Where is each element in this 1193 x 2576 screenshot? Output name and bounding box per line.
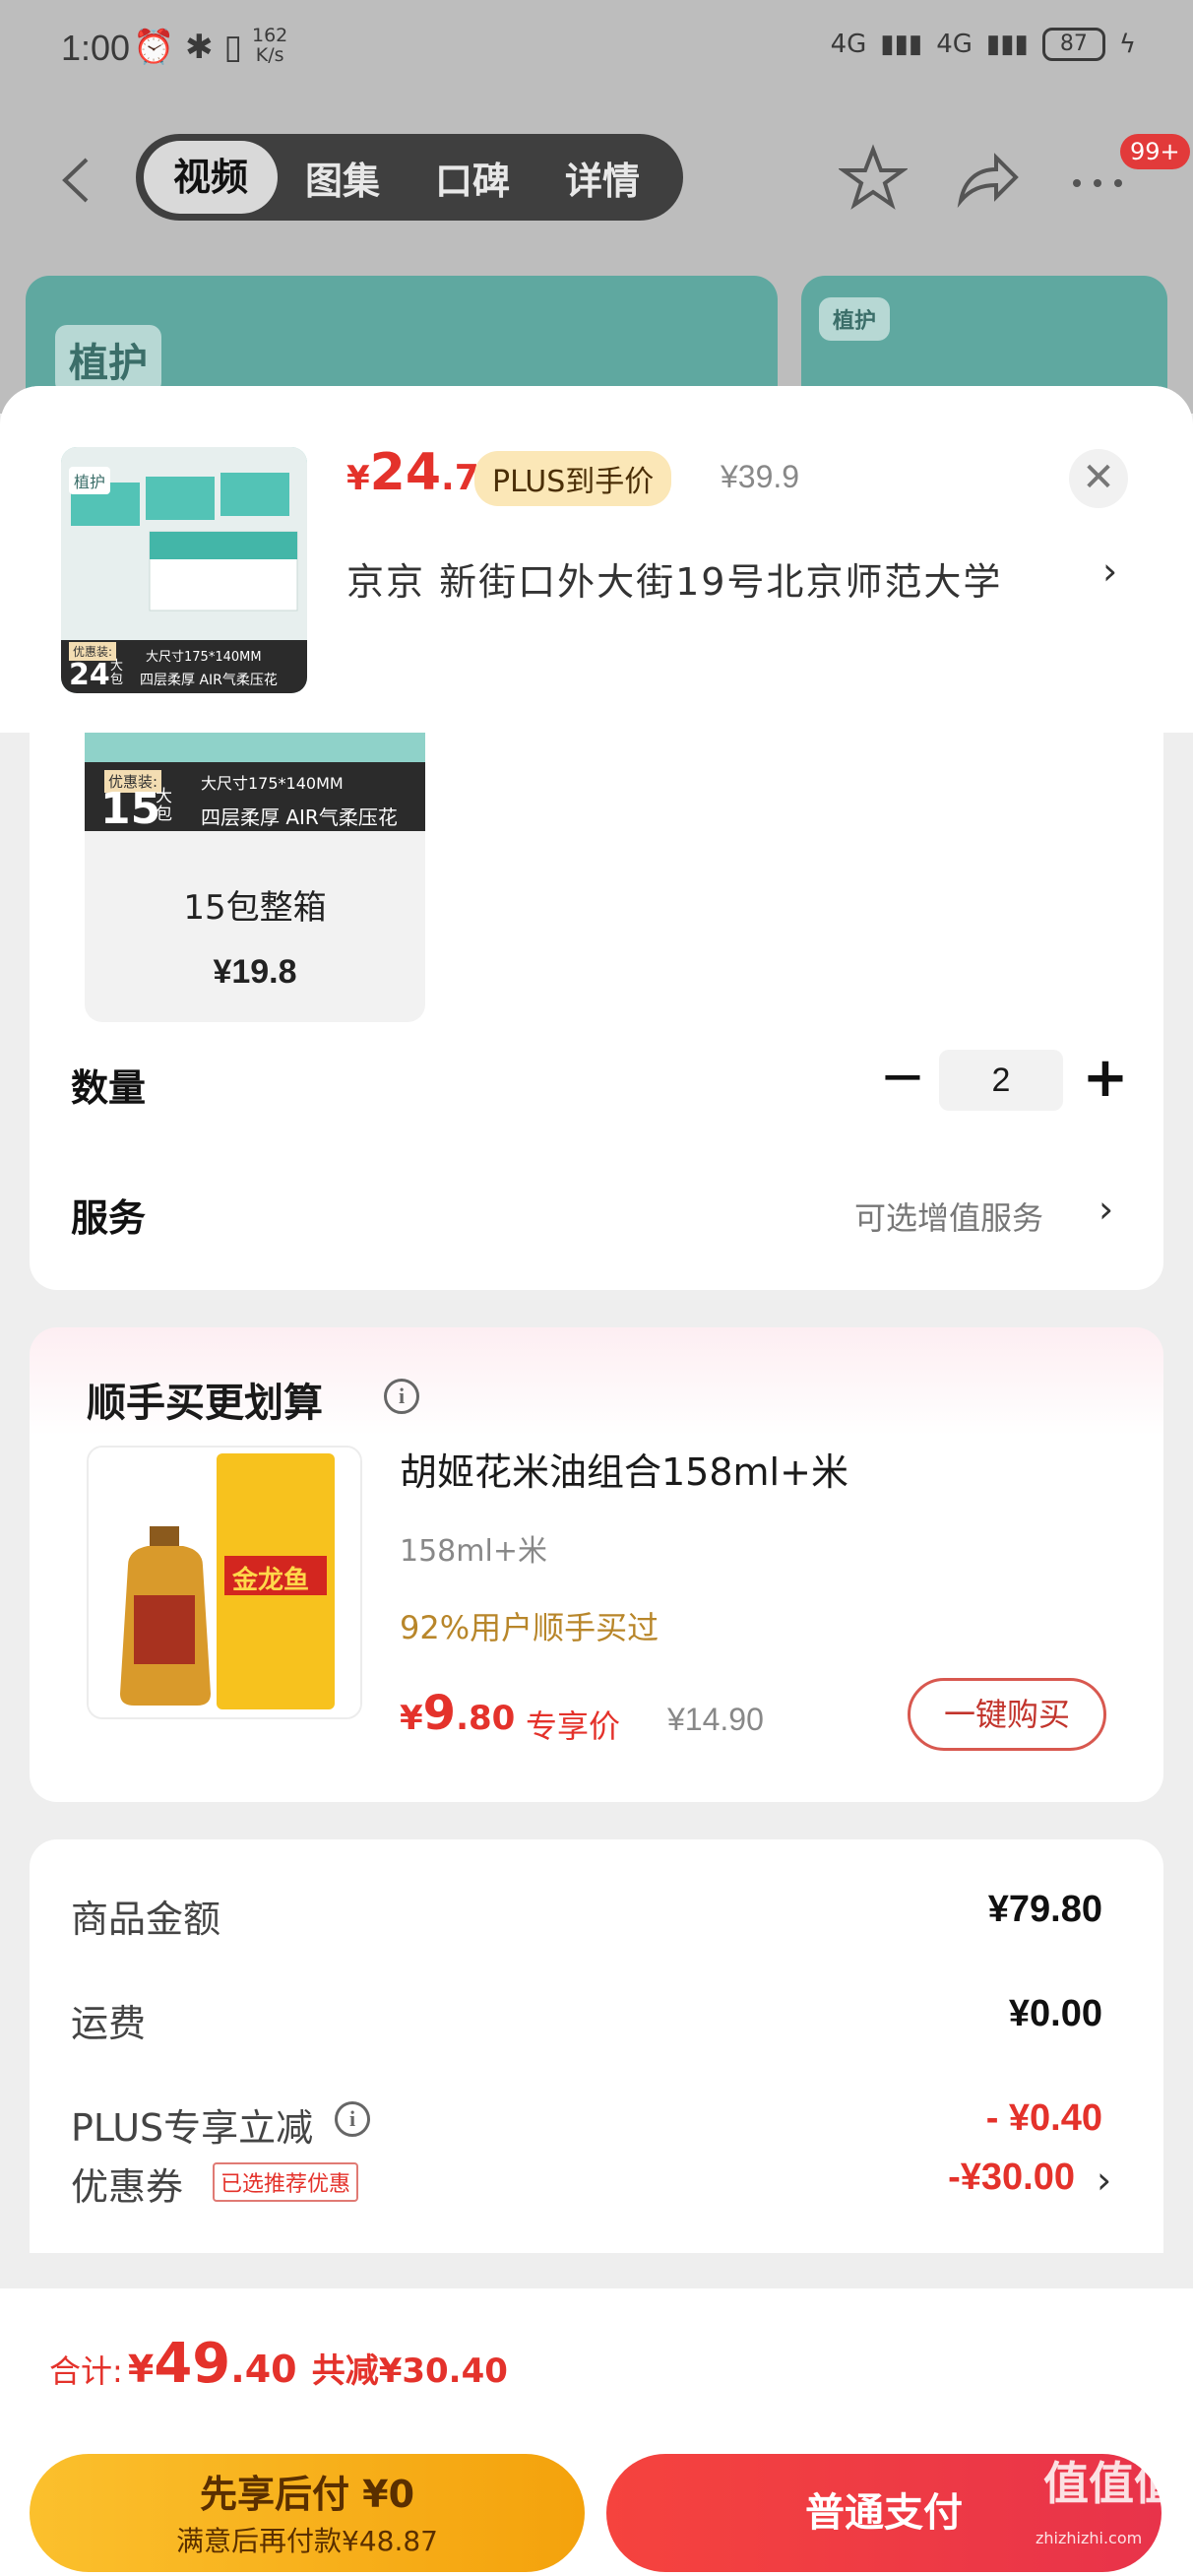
tab-reviews[interactable]: 口碑 [408,151,537,205]
spec-option-image: 优惠装: 15 大包 大尺寸175*140MM 四层柔厚 AIR气柔压花 [85,733,425,834]
thumb-size: 大尺寸175*140MM [146,650,262,665]
upsell-product-name[interactable]: 胡姬花米油组合158ml+米 [400,1442,848,1496]
banner-tag-secondary: 植护 [819,297,891,341]
spec-feature: 四层柔厚 AIR气柔压花 [201,805,398,829]
watermark-url: zhizhizhi.com [1036,2529,1143,2547]
upsell-social-proof: 92%用户顺手买过 [400,1609,659,1646]
quantity-label: 数量 [71,1066,147,1110]
service-hint[interactable]: 可选增值服务 [854,1193,1043,1239]
tab-details[interactable]: 详情 [537,151,667,205]
back-icon[interactable] [57,156,93,205]
coupon-label: 优惠券 [71,2165,184,2209]
subtotal-value: ¥79.80 [987,1889,1102,1930]
total-saving: 共减¥30.40 [311,2351,508,2391]
plus-price-badge: PLUS到手价 [474,451,672,506]
signal-icon: ▮▮▮ [880,30,923,59]
notification-badge: 99+ [1120,134,1190,169]
sheet-header: 植护 优惠装: 24 大包 大尺寸175*140MM 四层柔厚 AIR气柔压花 … [0,386,1193,733]
status-right: 4G ▮▮▮ 4G ▮▮▮ 87 ϟ [831,28,1136,61]
tab-video[interactable]: 视频 [144,141,278,214]
chevron-right-icon[interactable]: › [1097,2158,1111,2202]
status-bar: 1:00 ⏰ ✱ ▯ 162 K/s 4G ▮▮▮ 4G ▮▮▮ 87 ϟ [0,0,1193,108]
shipping-value: ¥0.00 [1008,1993,1102,2034]
status-time: 1:00 [61,28,131,68]
spec-card: 优惠装: 15 大包 大尺寸175*140MM 四层柔厚 AIR气柔压花 15包… [30,733,1163,1290]
status-icons: ⏰ ✱ ▯ [133,28,243,67]
quantity-increase-button[interactable]: + [1081,1046,1130,1111]
share-icon[interactable] [953,144,1022,213]
quantity-input[interactable]: 2 [939,1050,1063,1111]
thumb-feature: 四层柔厚 AIR气柔压花 [140,673,278,688]
upsell-product-spec: 158ml+米 [400,1534,547,1569]
info-icon[interactable]: i [384,1379,419,1414]
star-icon[interactable] [839,144,908,213]
watermark-logo: 值值值 [1043,2457,1179,2510]
product-thumbnail: 植护 优惠装: 24 大包 大尺寸175*140MM 四层柔厚 AIR气柔压花 [61,447,307,693]
upsell-brand-text: 金龙鱼 [232,1566,310,1595]
signal-icon: ▮▮▮ [985,30,1029,59]
thumb-unit: 大包 [110,659,124,687]
background-page: 1:00 ⏰ ✱ ▯ 162 K/s 4G ▮▮▮ 4G ▮▮▮ 87 ϟ 视频… [0,0,1193,433]
service-label: 服务 [71,1196,147,1240]
spec-option-label: 15包整箱 [183,888,327,928]
spec-option-15[interactable]: 优惠装: 15 大包 大尺寸175*140MM 四层柔厚 AIR气柔压花 15包… [85,733,425,1022]
upsell-card: 顺手买更划算 i 金龙鱼 胡姬花米油组合158ml+米 158ml+米 92%用… [30,1327,1163,1802]
thumb-brand-tag: 植护 [69,467,111,494]
oil-rice-image [89,1448,360,1717]
current-price: ¥24.7 [346,443,479,502]
nav-row: 视频 图集 口碑 详情 99+ [0,134,1193,223]
thumb-count: 24 [69,658,110,692]
plus-discount-label: PLUS专享立减 [71,2106,314,2150]
coupon-recommended-tag: 已选推荐优惠 [213,2162,359,2202]
one-click-buy-button[interactable]: 一键购买 [908,1678,1106,1751]
close-button[interactable]: ✕ [1069,449,1128,508]
subtotal-label: 商品金额 [71,1898,221,1941]
plus-discount-value: - ¥0.40 [985,2097,1102,2139]
chevron-right-icon[interactable]: › [1099,1188,1113,1231]
charging-icon: ϟ [1118,30,1136,59]
purchase-sheet: 植护 优惠装: 24 大包 大尺寸175*140MM 四层柔厚 AIR气柔压花 … [0,386,1193,2576]
delivery-address[interactable]: 京京 新街口外大街19号北京师范大学 [346,551,1002,606]
tab-gallery[interactable]: 图集 [278,151,408,205]
original-price: ¥39.9 [721,459,800,494]
network-2: 4G [936,30,973,59]
checkout-footer: 合计: ¥49.40 共减¥30.40 先享后付 ¥0 满意后再付款¥48.87… [0,2286,1193,2576]
upsell-original-price: ¥14.90 [667,1702,764,1737]
pay-later-button[interactable]: 先享后付 ¥0 满意后再付款¥48.87 [30,2454,585,2572]
upsell-exclusive-label: 专享价 [526,1707,621,1745]
coupon-value[interactable]: -¥30.00 [948,2157,1075,2199]
quantity-decrease-button[interactable]: − [878,1050,927,1109]
spec-unit: 大包 [156,787,172,824]
price-summary-card: 商品金额 ¥79.80 运费 ¥0.00 PLUS专享立减 i - ¥0.40 … [30,1839,1163,2253]
network-1: 4G [830,30,867,59]
upsell-price: ¥9.80 [400,1686,516,1741]
order-total: 合计: ¥49.40 共减¥30.40 [49,2332,508,2396]
shipping-label: 运费 [71,2002,147,2045]
spec-size: 大尺寸175*140MM [201,774,344,793]
media-tabs: 视频 图集 口碑 详情 [136,134,683,221]
upsell-product-image[interactable]: 金龙鱼 [87,1446,362,1719]
spec-option-price: ¥19.8 [213,953,297,991]
banner-tag: 植护 [55,325,161,394]
upsell-title: 顺手买更划算 [87,1381,323,1426]
spec-count: 15 [100,784,161,834]
info-icon[interactable]: i [335,2101,370,2137]
network-speed: 162 K/s [252,25,288,66]
chevron-right-icon[interactable]: › [1102,549,1117,593]
battery-icon: 87 [1041,28,1105,61]
